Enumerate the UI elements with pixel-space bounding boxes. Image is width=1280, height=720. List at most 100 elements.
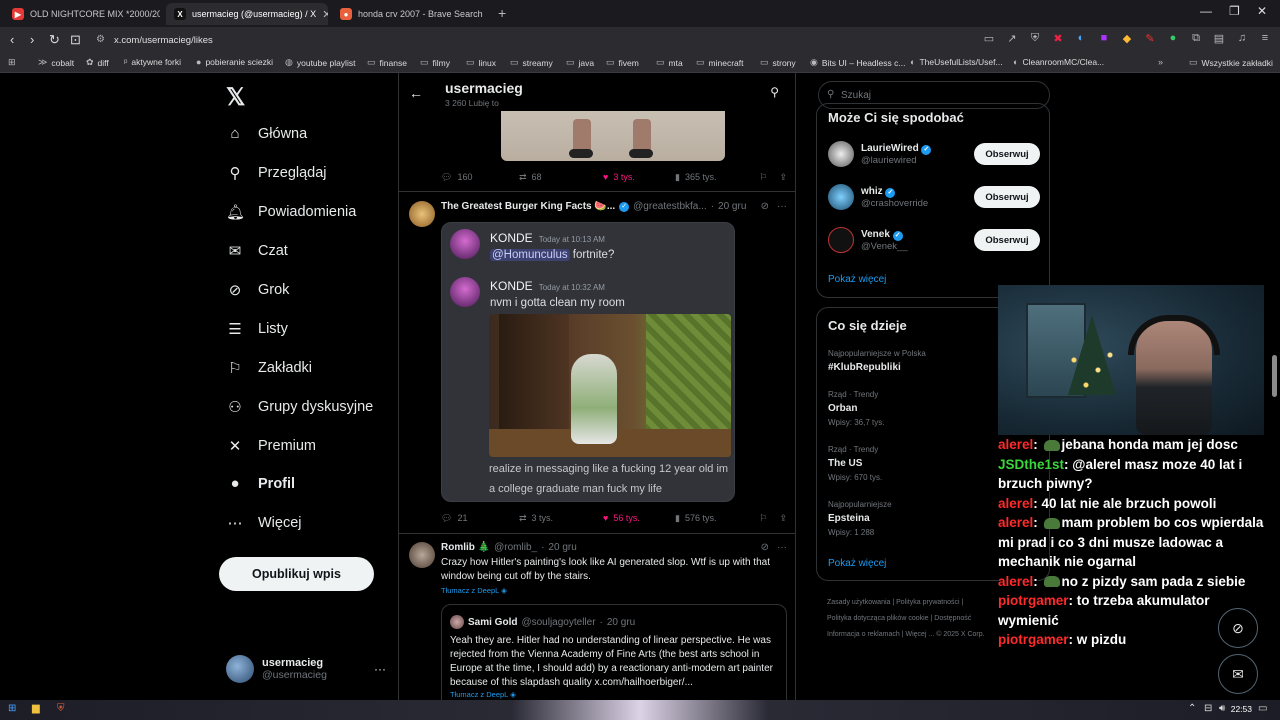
like-button[interactable]: ♥ 3 tys. <box>603 172 675 182</box>
bookmark-icon[interactable]: ⚐ <box>759 513 767 524</box>
share-icon[interactable]: ↗ <box>1005 32 1019 45</box>
follow-suggestion[interactable]: LaurieWired ✓ @lauriewired Obserwuj <box>828 137 1040 171</box>
bookmark-icon[interactable]: ⚐ <box>759 172 767 183</box>
author-handle[interactable]: @greatestbkfa... <box>633 201 707 212</box>
nav-item-communities[interactable]: ⚇ Grupy dyskusyjne <box>226 398 373 416</box>
bookmark-bits-ui[interactable]: ◉ Bits UI – Headless c... <box>810 57 905 68</box>
nav-item-notifications[interactable]: 🔔︎ Powiadomienia <box>226 203 356 221</box>
reply-button[interactable]: 💬︎ 21 <box>441 513 519 524</box>
more-dots-icon[interactable]: ··· <box>777 542 787 553</box>
views-button[interactable]: ▮ 576 tys. <box>675 513 747 524</box>
bookmark-fivem[interactable]: ▭ fivem <box>606 57 639 68</box>
reload-icon[interactable]: ↻ <box>49 32 60 48</box>
quoted-tweet[interactable]: Sami Gold @souljagoyteller · 20 gru Yeah… <box>441 604 787 700</box>
nav-item-chat[interactable]: ✉ Czat <box>226 242 288 260</box>
tweet-media-image[interactable] <box>501 111 725 161</box>
site-info-icon[interactable]: ⚙ <box>96 34 105 45</box>
bookmark-java[interactable]: ▭ java <box>566 57 594 68</box>
grok-icon[interactable]: ⊘ <box>761 201 769 212</box>
tab-nightcore[interactable]: ▶ OLD NIGHTCORE MIX *2000/201 <box>4 3 160 25</box>
avatar[interactable] <box>409 201 435 227</box>
extension-yellow-icon[interactable]: ◆ <box>1120 32 1134 45</box>
follow-button[interactable]: Obserwuj <box>974 143 1040 165</box>
clock[interactable]: 22:53 <box>1231 704 1252 714</box>
bookmark-minecraft[interactable]: ▭ minecraft <box>696 57 743 68</box>
bookmark-youtube-playlist[interactable]: ◍ youtube playlist <box>285 57 355 68</box>
reply-button[interactable]: 💬︎ 160 <box>441 172 519 183</box>
footer-link[interactable]: Polityka dotycząca plików cookie <box>827 615 929 622</box>
translate-link[interactable]: Tłumacz z DeepL ◈ <box>441 586 507 595</box>
extension-blue-icon[interactable]: ◐ <box>1074 32 1088 45</box>
share-icon[interactable]: ⇪ <box>779 172 787 183</box>
views-button[interactable]: ▮ 365 tys. <box>675 172 747 183</box>
nav-item-home[interactable]: ⌂ Główna <box>226 125 307 142</box>
footer-link[interactable]: Więcej ... <box>905 631 934 638</box>
bookmark-aktywne-forki[interactable]: ᵖ aktywne forki <box>124 57 181 67</box>
bookmark-strony[interactable]: ▭ strony <box>760 57 796 68</box>
share-icon[interactable]: ⇪ <box>779 513 787 524</box>
minimize-icon[interactable]: — <box>1200 4 1212 18</box>
close-tab-icon[interactable]: ✕ <box>322 8 328 21</box>
tab-brave-search[interactable]: ● honda crv 2007 - Brave Search <box>332 3 492 25</box>
like-button[interactable]: ♥ 56 tys. <box>603 513 675 523</box>
author-name[interactable]: The Greatest Burger King Facts 🍉... <box>441 201 615 212</box>
repost-button[interactable]: ⇄ 68 <box>519 172 603 183</box>
footer-link[interactable]: Zasady użytkowania <box>827 599 890 606</box>
author-name[interactable]: Romlib 🎄 <box>441 542 490 553</box>
footer-link[interactable]: Dostępność <box>934 615 971 622</box>
extension-red-icon[interactable]: ✖ <box>1051 32 1065 45</box>
show-more-link[interactable]: Pokaż więcej <box>828 558 886 569</box>
nav-item-bookmarks[interactable]: ⚐ Zakładki <box>226 359 312 377</box>
follow-button[interactable]: Obserwuj <box>974 229 1040 251</box>
search-icon[interactable]: ⚲ <box>770 85 779 99</box>
media-icon[interactable]: ♫ <box>1235 32 1249 45</box>
tweet-time[interactable]: 20 gru <box>718 201 746 212</box>
bookmark-usefullists[interactable]: ◐ TheUsefulLists/Usef... <box>910 57 1003 67</box>
discord-screenshot[interactable]: KONDE Today at 10:13 AM @Homunculus fortn… <box>441 222 735 502</box>
cast-icon[interactable]: ▭ <box>982 32 996 45</box>
extension-green-icon[interactable]: ● <box>1166 32 1180 45</box>
notifications-icon[interactable]: ▭ <box>1258 703 1267 714</box>
bookmarks-overflow-icon[interactable]: » <box>1158 57 1163 67</box>
follow-button[interactable]: Obserwuj <box>974 186 1040 208</box>
show-more-link[interactable]: Pokaż więcej <box>828 274 886 285</box>
translate-link[interactable]: Tłumacz z DeepL ◈ <box>450 690 516 699</box>
sidebar-icon[interactable]: ▤ <box>1212 32 1226 45</box>
author-handle[interactable]: @romlib_ <box>494 542 537 553</box>
new-tab-icon[interactable]: + <box>498 5 506 21</box>
bookmark-filmy[interactable]: ▭ filmy <box>420 57 450 68</box>
nav-item-explore[interactable]: ⚲ Przeglądaj <box>226 164 327 182</box>
back-arrow-icon[interactable]: ← <box>409 85 423 101</box>
nav-item-lists[interactable]: ☰ Listy <box>226 320 288 338</box>
messages-fab[interactable]: ✉ <box>1218 654 1258 694</box>
file-explorer-icon[interactable]: ▆ <box>32 703 40 714</box>
forward-icon[interactable]: › <box>30 32 34 47</box>
bookmark-cleanroommc[interactable]: ◐ CleanroomMC/Clea... <box>1013 57 1104 67</box>
nav-item-premium[interactable]: ✕ Premium <box>226 437 316 455</box>
bookmark-finanse[interactable]: ▭ finanse <box>367 57 407 68</box>
x-logo-icon[interactable]: 𝕏 <box>226 83 245 112</box>
follow-suggestion[interactable]: whiz ✓ @crashoverride Obserwuj <box>828 180 1040 214</box>
network-icon[interactable]: ⊟ <box>1204 703 1212 714</box>
grok-icon[interactable]: ⊘ <box>761 542 769 553</box>
url-field[interactable]: ⚙ x.com/usermacieg/likes <box>92 30 992 50</box>
start-icon[interactable]: ⊞ <box>8 703 16 714</box>
avatar[interactable] <box>409 542 435 568</box>
close-window-icon[interactable]: ✕ <box>1257 4 1267 18</box>
scrollbar[interactable] <box>1272 355 1277 397</box>
apps-icon[interactable]: ⊞ <box>8 57 16 68</box>
bookmark-pobieranie[interactable]: ● pobieranie sciezki <box>196 57 273 67</box>
footer-link[interactable]: Informacja o reklamach <box>827 631 900 638</box>
bookmark-linux[interactable]: ▭ linux <box>466 57 496 68</box>
bookmark-diff[interactable]: ✿ diff <box>86 57 109 68</box>
bookmark-streamy[interactable]: ▭ streamy <box>510 57 553 68</box>
brave-shield-icon[interactable]: ⛨ <box>1028 32 1042 45</box>
footer-link[interactable]: Polityka prywatności <box>896 599 959 606</box>
tweet-time[interactable]: 20 gru <box>548 542 576 553</box>
bookmark-page-icon[interactable]: ⊡ <box>70 32 81 48</box>
tray-chevron-icon[interactable]: ⌃ <box>1188 703 1196 714</box>
repost-button[interactable]: ⇄ 3 tys. <box>519 513 603 524</box>
bookmark-cobalt[interactable]: ≫ cobalt <box>38 57 74 68</box>
volume-icon[interactable]: 🔊︎ <box>1219 703 1225 714</box>
menu-icon[interactable]: ≡ <box>1258 32 1272 45</box>
